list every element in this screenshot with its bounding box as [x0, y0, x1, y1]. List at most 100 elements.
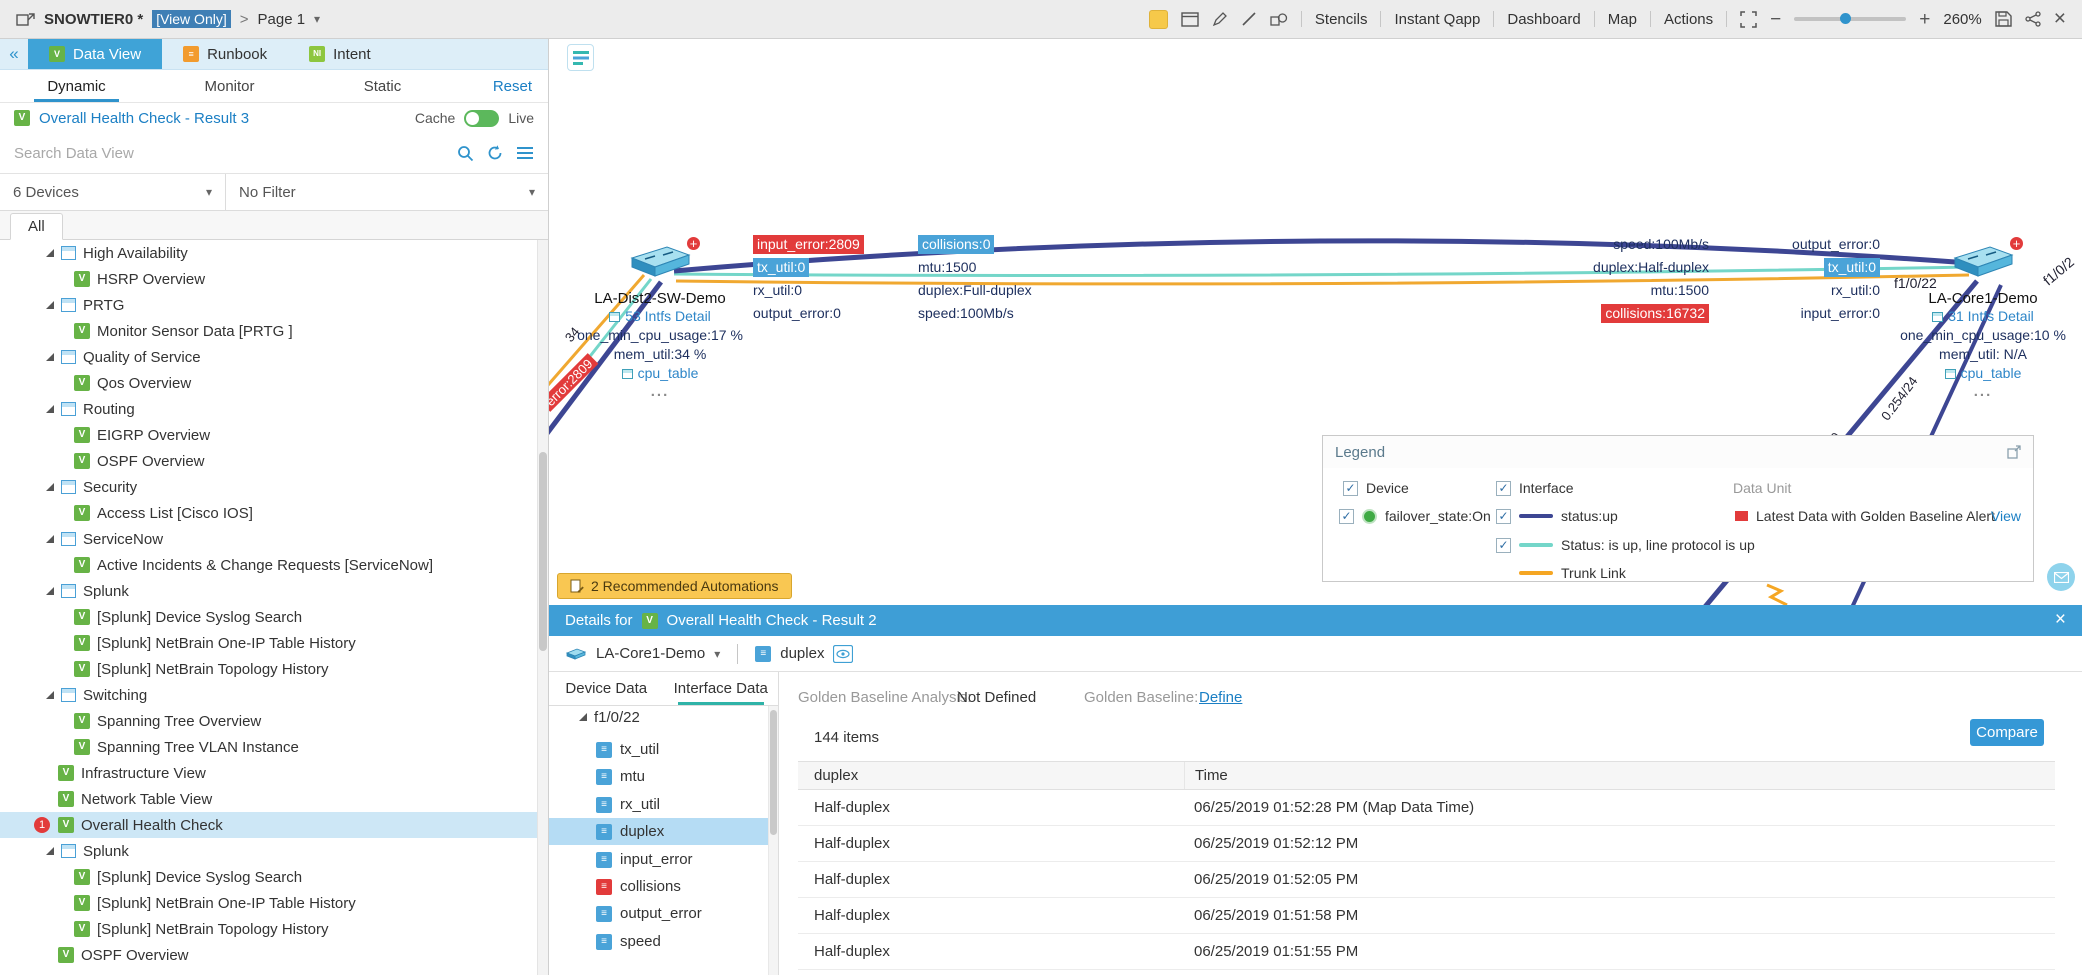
cpu-usage-label[interactable]: one_min_cpu_usage:17 % — [549, 326, 800, 345]
checkbox[interactable]: ✓ — [1343, 481, 1358, 496]
expand-map-icon[interactable] — [16, 11, 35, 27]
tree-item-eigrp-overview[interactable]: VEIGRP Overview — [0, 422, 537, 448]
page-name[interactable]: Page 1 — [258, 11, 306, 28]
table-row[interactable]: Half-duplex06/25/2019 01:52:12 PM — [798, 826, 2055, 862]
switch-icon[interactable]: + — [627, 242, 693, 287]
link-data-label[interactable]: mtu:1500 — [918, 258, 976, 277]
menu-map[interactable]: Map — [1608, 11, 1637, 28]
map-view-menu-icon[interactable] — [567, 44, 594, 71]
map-canvas[interactable]: input_error:2809tx_util:0rx_util:0output… — [549, 39, 2082, 605]
column-header-time[interactable]: Time — [1184, 762, 2055, 789]
interface-group-row[interactable]: f1/0/22 — [549, 706, 768, 728]
search-icon[interactable] — [456, 144, 474, 162]
table-row[interactable]: Half-duplex06/25/2019 01:51:58 PM — [798, 898, 2055, 934]
cpu-usage-label[interactable]: one_min_cpu_usage:10 % — [1843, 326, 2082, 345]
link-data-label[interactable]: mtu:1500 — [1651, 281, 1709, 300]
details-tab-interface-data[interactable]: Interface Data — [664, 672, 779, 705]
tree-item-splunk-netbrain-topology-history[interactable]: V[Splunk] NetBrain Topology History — [0, 656, 537, 682]
link-data-label[interactable]: speed:100Mb/s — [918, 304, 1014, 323]
tree-item-monitor-sensor-data-prtg[interactable]: VMonitor Sensor Data [PRTG ] — [0, 318, 537, 344]
scrollbar-thumb[interactable] — [770, 710, 777, 835]
cpu-table-link[interactable]: cpu_table — [549, 364, 800, 383]
panel-tab-intent[interactable]: NIIntent — [288, 39, 392, 69]
chevron-down-icon[interactable]: ▾ — [714, 647, 720, 661]
menu-hamburger-icon[interactable] — [516, 146, 534, 160]
link-data-label[interactable]: duplex:Half-duplex — [1593, 258, 1709, 277]
tree-item-hsrp-overview[interactable]: VHSRP Overview — [0, 266, 537, 292]
panel-tab-runbook[interactable]: ≡Runbook — [162, 39, 288, 69]
tree-item-splunk-netbrain-one-ip-table-history[interactable]: V[Splunk] NetBrain One-IP Table History — [0, 630, 537, 656]
email-alert-button[interactable] — [2047, 563, 2075, 591]
tree-item-splunk-netbrain-topology-history[interactable]: V[Splunk] NetBrain Topology History — [0, 916, 537, 942]
tree-item-routing[interactable]: Routing — [0, 396, 537, 422]
device-node[interactable]: + LA-Core1-Demo 31 Intfs Detail one_min_… — [1843, 242, 2082, 400]
export-icon[interactable] — [1995, 11, 2012, 27]
tree-item-access-list-cisco-ios[interactable]: VAccess List [Cisco IOS] — [0, 500, 537, 526]
subtab-static[interactable]: Static — [306, 70, 459, 102]
tree-item-overall-health-check[interactable]: 1VOverall Health Check — [0, 812, 537, 838]
compare-button[interactable]: Compare — [1970, 719, 2044, 746]
checkbox[interactable]: ✓ — [1339, 509, 1354, 524]
device-name[interactable]: LA-Dist2-SW-Demo — [549, 290, 800, 307]
variable-item-input-error[interactable]: ≡input_error — [549, 846, 768, 873]
close-map-button[interactable]: × — [2054, 9, 2066, 29]
collapse-arrow-icon[interactable] — [46, 691, 54, 699]
view-raw-data-icon[interactable] — [833, 645, 853, 663]
link-data-label[interactable]: duplex:Full-duplex — [918, 281, 1032, 300]
tree-item-infrastructure-view[interactable]: VInfrastructure View — [0, 760, 537, 786]
intfs-detail-link[interactable]: 53 Intfs Detail — [549, 307, 800, 326]
mem-util-label[interactable]: mem_util:34 % — [549, 345, 800, 364]
tree-item-active-incidents-change-requests-servicenow[interactable]: VActive Incidents & Change Requests [Ser… — [0, 552, 537, 578]
more-handle[interactable]: ... — [549, 383, 800, 400]
cpu-table-link[interactable]: cpu_table — [1843, 364, 2082, 383]
tree-item-high-availability[interactable]: High Availability — [0, 240, 537, 266]
pencil-icon[interactable] — [1212, 11, 1228, 27]
link-data-label[interactable]: speed:100Mb/s — [1613, 235, 1709, 254]
collapse-arrow-icon[interactable] — [46, 353, 54, 361]
tree-item-splunk[interactable]: Splunk — [0, 578, 537, 604]
checkbox[interactable]: ✓ — [1496, 538, 1511, 553]
device-node[interactable]: + LA-Dist2-SW-Demo 53 Intfs Detail one_m… — [549, 242, 800, 400]
note-color-icon[interactable] — [1149, 10, 1168, 29]
zoom-out-button[interactable]: − — [1770, 10, 1781, 29]
tree-item-splunk[interactable]: Splunk — [0, 838, 537, 864]
intfs-detail-link[interactable]: 31 Intfs Detail — [1843, 307, 2082, 326]
variable-item-speed[interactable]: ≡speed — [549, 928, 768, 955]
table-row[interactable]: Half-duplex06/25/2019 01:52:28 PM (Map D… — [798, 790, 2055, 826]
menu-stencils[interactable]: Stencils — [1315, 11, 1368, 28]
variable-item-collisions[interactable]: ≡collisions — [549, 873, 768, 900]
variable-item-duplex[interactable]: ≡duplex — [549, 818, 768, 845]
popout-icon[interactable] — [2007, 445, 2021, 459]
reset-link[interactable]: Reset — [493, 78, 532, 95]
devices-dropdown[interactable]: 6 Devices ▾ — [0, 174, 226, 210]
sidebar-scrollbar[interactable] — [537, 240, 548, 975]
tree-item-servicenow[interactable]: ServiceNow — [0, 526, 537, 552]
tree-item-ospf-overview[interactable]: VOSPF Overview — [0, 448, 537, 474]
filter-dropdown[interactable]: No Filter ▾ — [226, 174, 548, 210]
collapse-arrow-icon[interactable] — [46, 535, 54, 543]
table-row[interactable]: Half-duplex06/25/2019 01:52:05 PM — [798, 862, 2055, 898]
result-link[interactable]: Overall Health Check - Result 3 — [39, 110, 249, 127]
view-link[interactable]: View — [1991, 508, 2021, 524]
more-handle[interactable]: ... — [1843, 383, 2082, 400]
define-link[interactable]: Define — [1199, 689, 1242, 706]
mem-util-label[interactable]: mem_util: N/A — [1843, 345, 2082, 364]
cache-live-toggle[interactable] — [464, 110, 499, 127]
collapse-arrow-icon[interactable] — [46, 847, 54, 855]
switch-icon[interactable]: + — [1950, 242, 2016, 287]
tree-item-security[interactable]: Security — [0, 474, 537, 500]
tree-item-ospf-overview[interactable]: VOSPF Overview — [0, 942, 537, 968]
collapse-arrow-icon[interactable] — [579, 713, 587, 721]
collapse-arrow-icon[interactable] — [46, 301, 54, 309]
line-tool-icon[interactable] — [1241, 11, 1257, 27]
close-details-button[interactable]: × — [2055, 609, 2066, 631]
tree-item-switching[interactable]: Switching — [0, 682, 537, 708]
variable-scrollbar[interactable] — [768, 706, 778, 975]
link-data-label[interactable]: collisions:16732 — [1601, 304, 1709, 323]
tree-item-network-table-view[interactable]: VNetwork Table View — [0, 786, 537, 812]
collapse-arrow-icon[interactable] — [46, 483, 54, 491]
table-row[interactable]: Half-duplex06/25/2019 01:51:55 PM — [798, 934, 2055, 970]
window-frame-icon[interactable] — [1181, 12, 1199, 27]
variable-item-output-error[interactable]: ≡output_error — [549, 900, 768, 927]
refresh-icon[interactable] — [486, 144, 504, 162]
